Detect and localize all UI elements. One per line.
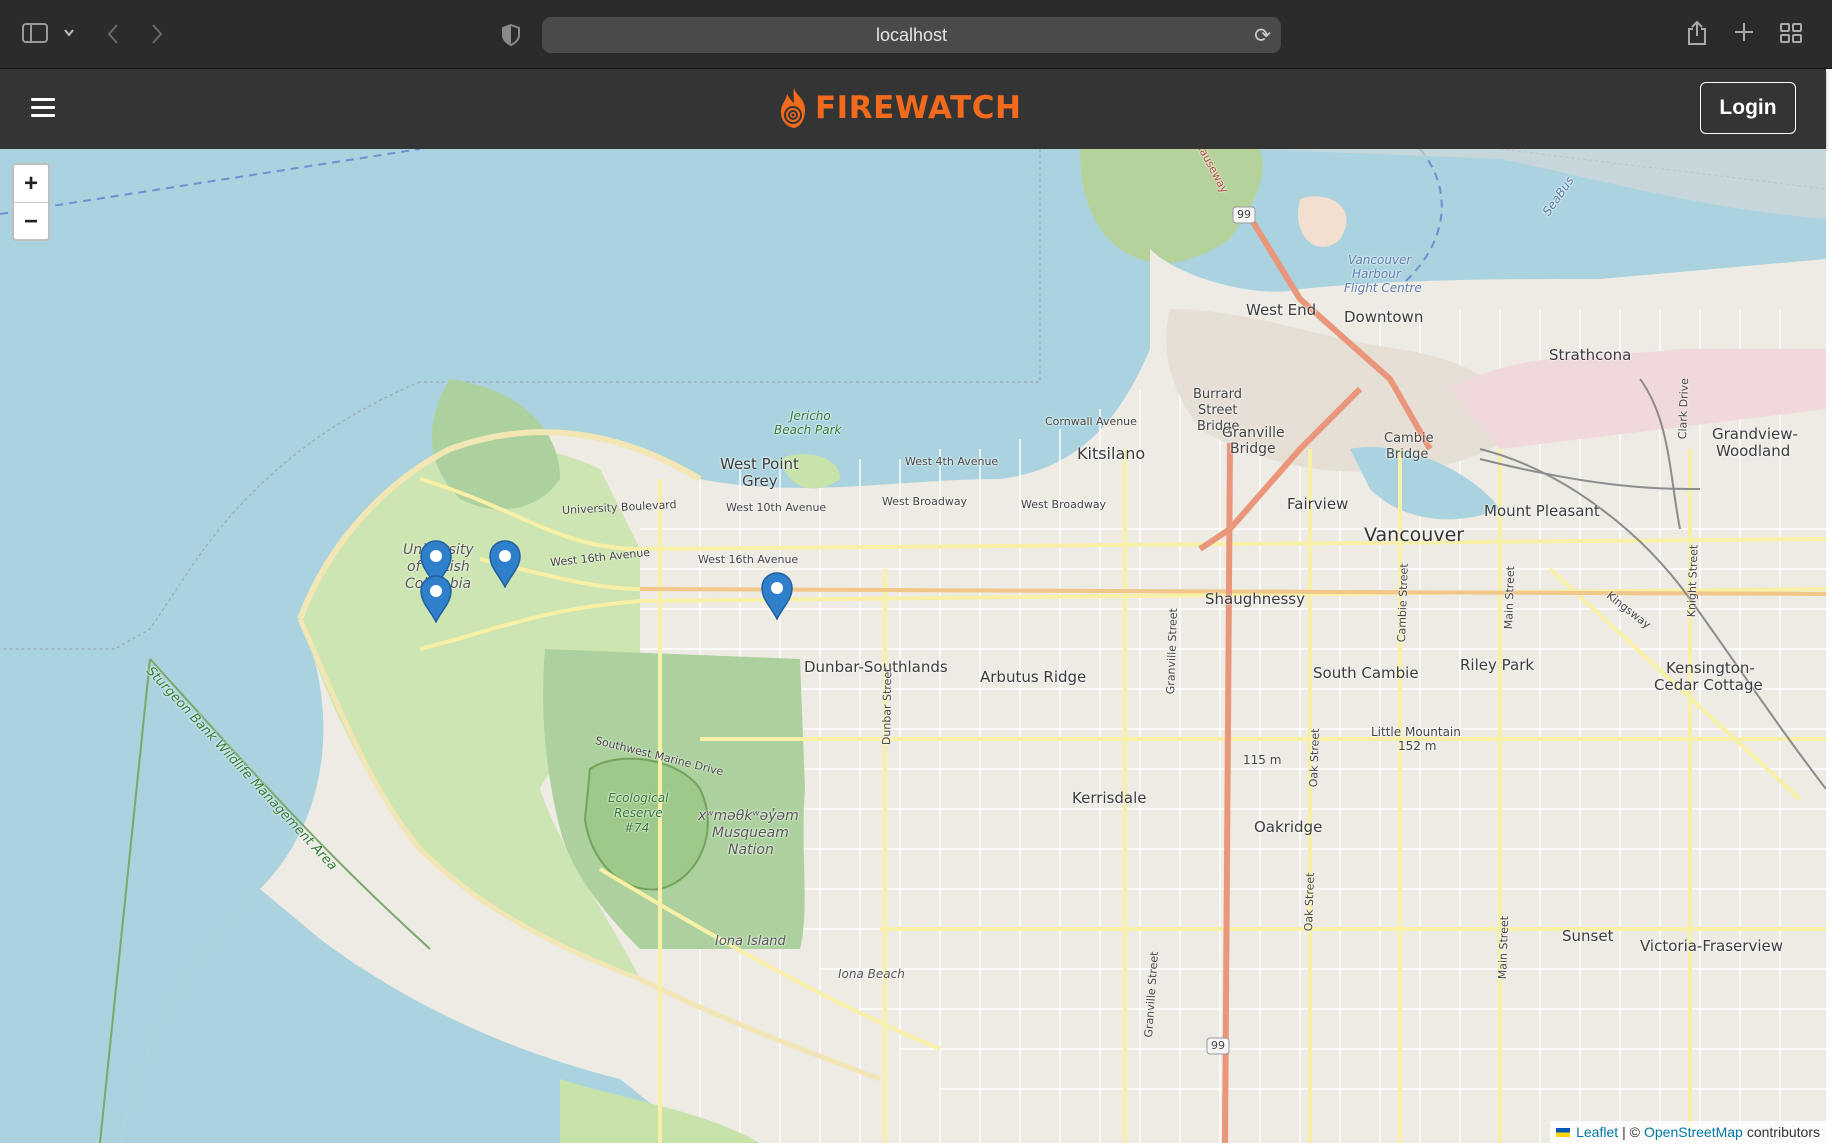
place-label: Musqueam [712, 825, 789, 841]
ukraine-flag-icon [1556, 1127, 1571, 1137]
place-label: Granville [1222, 425, 1285, 441]
park-label: #74 [624, 821, 650, 835]
peak-label: 152 m [1398, 739, 1437, 753]
place-label: Victoria-Fraserview [1640, 937, 1783, 955]
peak-label: 115 m [1243, 753, 1282, 767]
map-attribution: Leaflet | © OpenStreetMap contributors [1550, 1121, 1826, 1143]
road-label: West Broadway [882, 495, 968, 508]
place-label: Woodland [1716, 442, 1791, 460]
road-label: Clark Drive [1676, 377, 1692, 440]
road-label: West 10th Avenue [726, 501, 827, 514]
address-bar[interactable]: localhost ⟳ [542, 17, 1281, 53]
sidebar-icon[interactable] [22, 23, 48, 47]
place-label: Flight Centre [1344, 281, 1422, 295]
reload-icon[interactable]: ⟳ [1254, 23, 1271, 48]
place-label: Street [1198, 403, 1238, 418]
place-label: Harbour [1352, 267, 1401, 281]
fire-location-marker[interactable] [419, 575, 453, 624]
back-icon[interactable] [106, 23, 120, 49]
place-label: Cedar Cottage [1654, 676, 1763, 694]
logo-text: FIREWATCH [815, 90, 1022, 126]
fire-location-marker[interactable] [760, 572, 794, 621]
map-tiles [0, 149, 1826, 1143]
flame-icon [781, 88, 805, 128]
place-label: Kerrisdale [1072, 789, 1147, 807]
forward-icon[interactable] [150, 23, 164, 49]
place-label: Iona Beach [838, 967, 905, 981]
city-label: Vancouver [1364, 524, 1465, 546]
place-label: Sunset [1562, 927, 1614, 945]
menu-icon[interactable] [31, 98, 55, 118]
place-label: Strathcona [1549, 346, 1632, 364]
highway-number: 99 [1237, 208, 1251, 221]
road-label: Dunbar Street [880, 667, 895, 746]
road-label: Main Street [1502, 565, 1518, 630]
place-label: Bridge [1230, 441, 1276, 457]
place-label: Nation [728, 842, 774, 858]
browser-toolbar: localhost ⟳ [0, 0, 1832, 69]
park-label: Jericho [790, 409, 831, 423]
place-label: Grandview- [1712, 425, 1798, 443]
zoom-out-button[interactable]: − [14, 202, 48, 239]
place-label: Burrard [1193, 387, 1242, 402]
place-label: Vancouver [1348, 253, 1412, 267]
place-label: Arbutus Ridge [980, 668, 1087, 686]
park-label: Beach Park [774, 423, 842, 437]
login-button[interactable]: Login [1700, 82, 1796, 134]
leaflet-link[interactable]: Leaflet [1576, 1124, 1618, 1140]
road-label: West Broadway [1021, 498, 1107, 511]
road-label: Knight Street [1685, 544, 1701, 618]
openstreetmap-link[interactable]: OpenStreetMap [1644, 1124, 1743, 1140]
place-label: xʷməθkʷəy̓əm [698, 808, 799, 824]
place-label: Kitsilano [1077, 444, 1146, 463]
place-label: Fairview [1287, 495, 1349, 513]
place-label: Dunbar-Southlands [804, 658, 948, 676]
zoom-in-button[interactable]: + [14, 165, 48, 202]
app-header: FIREWATCH Login [0, 69, 1826, 149]
place-label: Cambie [1384, 431, 1434, 446]
road-label: Oak Street [1302, 872, 1318, 932]
place-label: Downtown [1344, 308, 1424, 326]
peak-label: Little Mountain [1371, 725, 1461, 739]
place-label: Oakridge [1254, 818, 1323, 836]
road-label: Cornwall Avenue [1045, 415, 1137, 428]
url-text: localhost [875, 25, 948, 45]
fire-location-marker[interactable] [488, 540, 522, 589]
zoom-control: + − [12, 163, 50, 241]
place-label: Grey [742, 472, 778, 490]
place-label: West End [1246, 301, 1317, 319]
privacy-shield-icon[interactable] [502, 23, 520, 50]
road-label: Oak Street [1307, 728, 1323, 788]
road-label: Cambie Street [1395, 563, 1411, 643]
place-label: West Point [720, 455, 799, 473]
road-label: West 4th Avenue [905, 455, 999, 468]
share-icon[interactable] [1686, 20, 1708, 50]
park-label: Reserve [614, 806, 663, 820]
place-label: South Cambie [1313, 664, 1419, 682]
tab-overview-icon[interactable] [1780, 23, 1802, 47]
attribution-separator: | © [1622, 1124, 1640, 1140]
attribution-contributors: contributors [1746, 1124, 1820, 1140]
place-label: Iona Island [715, 934, 786, 949]
highway-number: 99 [1211, 1039, 1225, 1052]
place-label: Kensington- [1666, 659, 1755, 677]
place-label: Shaughnessy [1205, 590, 1305, 608]
road-label: Main Street [1496, 915, 1512, 980]
place-label: Riley Park [1460, 656, 1535, 674]
place-label: Mount Pleasant [1484, 502, 1600, 520]
firewatch-logo: FIREWATCH [775, 79, 1021, 137]
park-label: Ecological [608, 791, 669, 805]
new-tab-icon[interactable] [1734, 22, 1754, 46]
chevron-down-icon[interactable] [63, 24, 75, 46]
map-view[interactable]: + − 99 99 West End Downtown Strathcona V… [0, 149, 1826, 1143]
road-label: West 16th Avenue [698, 553, 799, 566]
place-label: Bridge [1386, 447, 1429, 462]
